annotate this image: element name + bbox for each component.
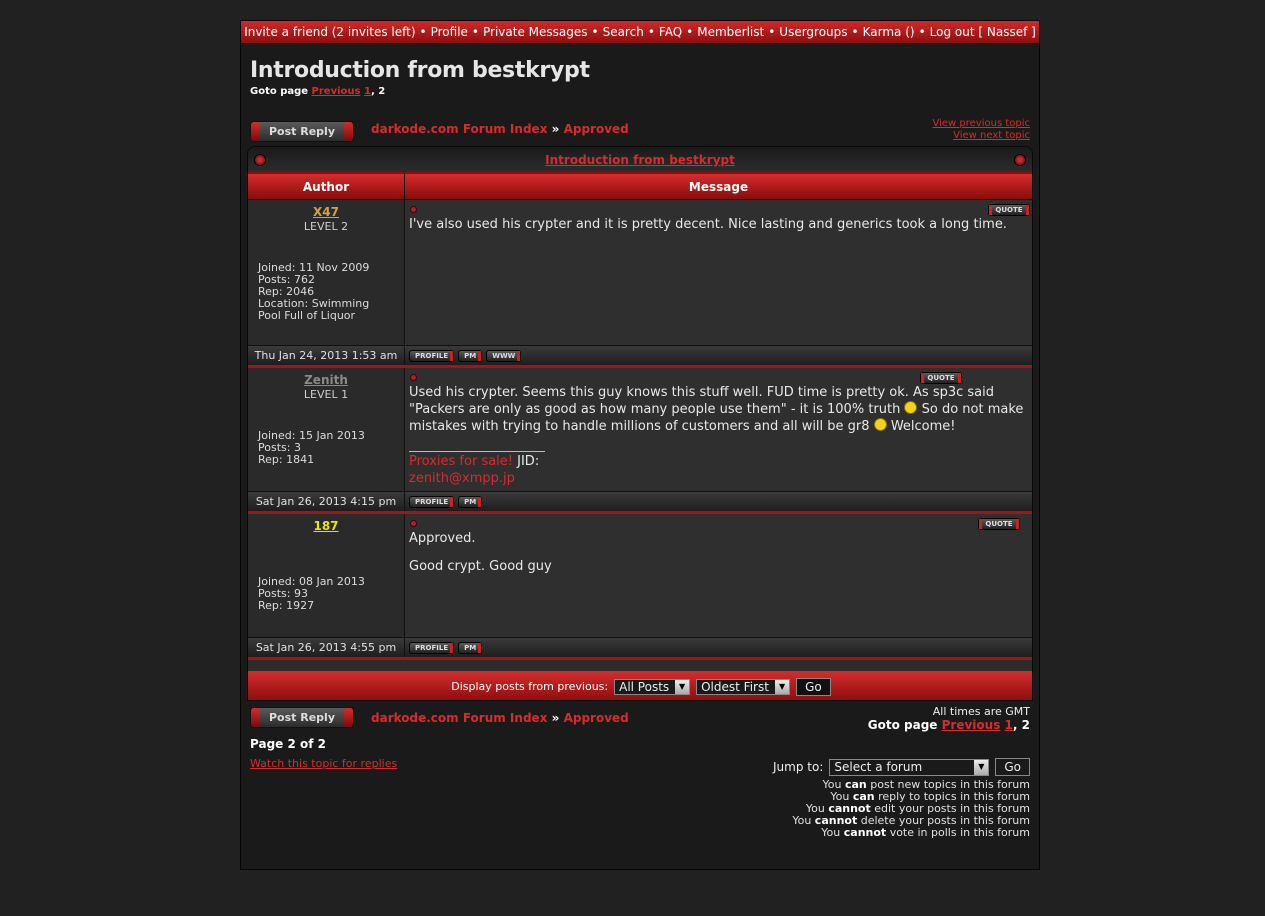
post-icon <box>410 520 417 527</box>
post-reply-button[interactable]: Post Reply <box>250 121 354 142</box>
nav-usergroups[interactable]: Usergroups <box>779 25 847 39</box>
post-message: QUOTE Used his crypter. Seems this guy k… <box>405 368 1032 491</box>
view-previous-topic-link[interactable]: View previous topic <box>932 118 1030 129</box>
post-icon <box>410 206 417 213</box>
post-body: Approved. Good crypt. Good guy <box>409 531 552 574</box>
profile-button[interactable]: PROFILE <box>409 495 455 508</box>
watch-topic-link[interactable]: Watch this topic for replies <box>250 757 397 770</box>
nav-profile[interactable]: Profile <box>431 25 468 39</box>
post-row: X47 LEVEL 2 Joined: 11 Nov 2009 Posts: 7… <box>248 200 1032 346</box>
post-reply-button-bottom[interactable]: Post Reply <box>250 707 354 728</box>
breadcrumb-bottom: darkode.com Forum Index » Approved <box>371 711 629 725</box>
nav-invite[interactable]: Invite a friend (2 invites left) <box>244 25 415 39</box>
quote-button[interactable]: QUOTE <box>978 518 1020 530</box>
corner-dot-icon <box>254 154 266 166</box>
table-title-link[interactable]: Introduction from bestkrypt <box>545 153 735 167</box>
corner-dot-icon <box>1014 154 1026 166</box>
display-options-bar: Display posts from previous: All Posts ▼… <box>248 671 1032 700</box>
nav-karma[interactable]: Karma () <box>863 25 915 39</box>
www-button[interactable]: WWW <box>486 349 522 362</box>
post-icon <box>410 374 417 381</box>
top-nav: Invite a friend (2 invites left) • Profile… <box>241 21 1039 44</box>
pm-button[interactable]: PM <box>458 349 483 362</box>
table-header: Introduction from bestkrypt <box>248 147 1032 174</box>
author-info: Joined: 11 Nov 2009 Posts: 762 Rep: 2046… <box>258 261 370 322</box>
timezone-note: All times are GMT <box>932 705 1030 718</box>
view-next-topic-link[interactable]: View next topic <box>953 130 1030 141</box>
quote-button[interactable]: QUOTE <box>920 372 962 384</box>
author-level: LEVEL 1 <box>303 388 349 401</box>
goto-page-top: Goto page Previous 1, 2 <box>250 86 386 97</box>
chevron-down-icon: ▼ <box>675 679 690 694</box>
pm-button[interactable]: PM <box>458 641 483 654</box>
display-label: Display posts from previous: <box>451 680 609 693</box>
goto-page-1-link[interactable]: 1 <box>364 86 371 97</box>
jump-go-button[interactable]: Go <box>995 758 1030 776</box>
author-name-link[interactable]: X47 <box>248 205 404 219</box>
topic-title[interactable]: Introduction from bestkrypt <box>250 58 590 83</box>
display-go-button[interactable]: Go <box>796 677 831 696</box>
nav-logout[interactable]: Log out [ Nassef ] <box>930 25 1036 39</box>
post-date: Thu Jan 24, 2013 1:53 am <box>248 346 405 365</box>
permission-line: You cannot vote in polls in this forum <box>821 826 1030 839</box>
author-name-link[interactable]: Zenith <box>248 373 404 387</box>
author-info: Joined: 15 Jan 2013 Posts: 3 Rep: 1841 <box>258 429 365 466</box>
column-headers: Author Message <box>248 174 1032 200</box>
page-indicator: Page 2 of 2 <box>250 737 326 751</box>
breadcrumb-forum-index[interactable]: darkode.com Forum Index <box>371 711 547 725</box>
post-body: Used his crypter. Seems this guy knows t… <box>409 385 1024 434</box>
author-level: LEVEL 2 <box>303 220 349 233</box>
goto-page-bottom: Goto page Previous 1, 2 <box>867 718 1030 732</box>
pm-button[interactable]: PM <box>458 495 483 508</box>
post-message: QUOTE I've also used his crypter and it … <box>405 200 1032 345</box>
post-row: Zenith LEVEL 1 Joined: 15 Jan 2013 Posts… <box>248 368 1032 492</box>
topic-navigation: View previous topic View next topic <box>932 118 1030 142</box>
col-message: Message <box>688 179 749 194</box>
sort-order-select[interactable]: Oldest First ▼ <box>696 678 791 695</box>
topic-table: Introduction from bestkrypt Author Messa… <box>247 146 1033 701</box>
nav-memberlist[interactable]: Memberlist <box>697 25 764 39</box>
smile-icon <box>904 401 918 414</box>
breadcrumb-approved[interactable]: Approved <box>564 711 629 725</box>
post-author-panel: Zenith LEVEL 1 Joined: 15 Jan 2013 Posts… <box>248 368 405 491</box>
chevron-down-icon: ▼ <box>775 679 790 694</box>
nav-private-messages[interactable]: Private Messages <box>483 25 588 39</box>
post-footer: Thu Jan 24, 2013 1:53 am PROFILE PM WWW <box>248 346 1032 368</box>
post-author-panel: X47 LEVEL 2 Joined: 11 Nov 2009 Posts: 7… <box>248 200 405 345</box>
post-footer: Sat Jan 26, 2013 4:15 pm PROFILE PM <box>248 492 1032 514</box>
col-author: Author <box>248 174 405 199</box>
quote-button[interactable]: QUOTE <box>988 204 1030 216</box>
post-footer: Sat Jan 26, 2013 4:55 pm PROFILE PM <box>248 638 1032 660</box>
goto-page-1-link[interactable]: 1 <box>1005 718 1013 732</box>
post-date: Sat Jan 26, 2013 4:15 pm <box>248 492 405 511</box>
wink-icon <box>873 418 887 431</box>
post-date: Sat Jan 26, 2013 4:55 pm <box>248 638 405 657</box>
profile-button[interactable]: PROFILE <box>409 349 455 362</box>
jump-to: Jump to: Select a forum ▼ Go <box>773 758 1030 776</box>
goto-previous-link[interactable]: Previous <box>312 86 361 97</box>
jump-forum-select[interactable]: Select a forum ▼ <box>829 758 990 776</box>
breadcrumb-forum-index[interactable]: darkode.com Forum Index <box>371 122 547 136</box>
post-message: QUOTE Approved. Good crypt. Good guy <box>405 514 1032 637</box>
forum-permissions: You can post new topics in this forum Yo… <box>792 779 1030 839</box>
breadcrumb: darkode.com Forum Index » Approved <box>371 122 629 136</box>
page-wrapper: Invite a friend (2 invites left) • Profile… <box>240 20 1040 870</box>
profile-button[interactable]: PROFILE <box>409 641 455 654</box>
chevron-down-icon: ▼ <box>974 759 989 775</box>
post-author-panel: 187 Joined: 08 Jan 2013 Posts: 93 Rep: 1… <box>248 514 405 637</box>
post-row: 187 Joined: 08 Jan 2013 Posts: 93 Rep: 1… <box>248 514 1032 638</box>
author-name-link[interactable]: 187 <box>248 519 404 533</box>
post-signature: Proxies for sale! JID: zenith@xmpp.jp <box>409 451 545 487</box>
post-body: I've also used his crypter and it is pre… <box>409 217 1007 232</box>
author-info: Joined: 08 Jan 2013 Posts: 93 Rep: 1927 <box>258 575 365 612</box>
nav-faq[interactable]: FAQ <box>659 25 682 39</box>
breadcrumb-approved[interactable]: Approved <box>564 122 629 136</box>
nav-search[interactable]: Search <box>603 25 644 39</box>
goto-previous-link[interactable]: Previous <box>942 718 1001 732</box>
posts-period-select[interactable]: All Posts ▼ <box>614 678 691 695</box>
